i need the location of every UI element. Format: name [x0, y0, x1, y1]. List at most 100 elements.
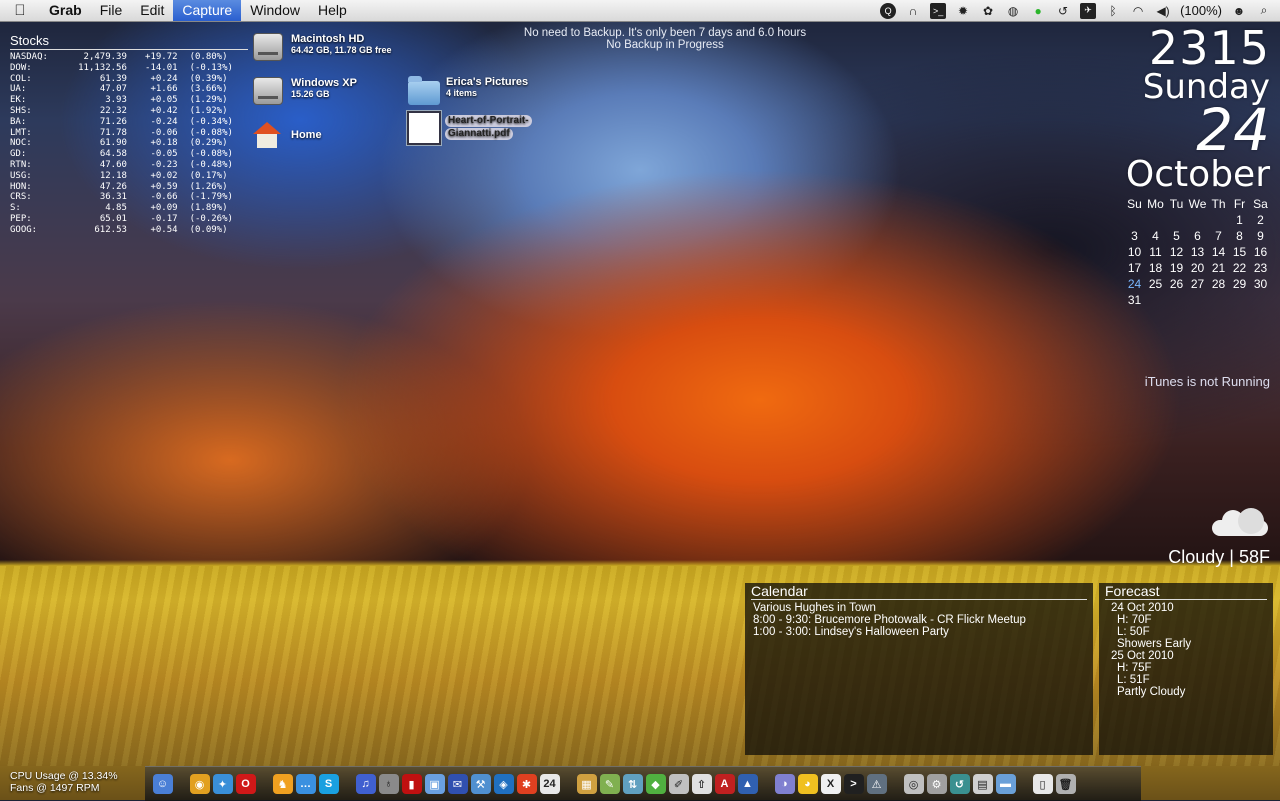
disk-utility-icon[interactable]: ◎: [903, 774, 924, 794]
stock-price: 47.07: [99, 84, 127, 95]
safari-icon[interactable]: ✦: [212, 774, 233, 794]
dashboard-icon[interactable]: ◑: [774, 774, 795, 794]
menu-file[interactable]: File: [91, 0, 132, 21]
stock-row: EK: 3.93 +0.05 (1.29%): [10, 95, 248, 106]
time-machine-icon[interactable]: ↺: [1055, 3, 1071, 19]
quicksilver-icon[interactable]: Q: [880, 2, 897, 19]
calendar-day: 2: [1257, 213, 1264, 227]
calendar-weekday-header: We: [1188, 197, 1207, 211]
ericas-pictures-folder[interactable]: Erica's Pictures 4 items: [408, 76, 528, 111]
headphones-icon[interactable]: ∩: [905, 3, 921, 19]
stock-percent: (-0.26%): [189, 213, 233, 224]
stock-percent: (-1.79%): [189, 192, 233, 203]
photo-booth-icon[interactable]: ▮: [401, 774, 422, 794]
trash-icon[interactable]: 🗑: [1055, 774, 1076, 794]
home-folder[interactable]: Home: [253, 122, 322, 152]
paw-icon[interactable]: ✿: [980, 3, 996, 19]
downloads-icon[interactable]: ▯: [1032, 774, 1053, 794]
ical-icon[interactable]: 24: [539, 774, 560, 794]
stock-price: 612.53: [94, 224, 127, 235]
screenshot-icon[interactable]: ▤: [972, 774, 993, 794]
menu-capture[interactable]: Capture: [173, 0, 242, 21]
instruments-icon[interactable]: ♁: [378, 774, 399, 794]
menu-grab[interactable]: Grab: [40, 0, 91, 21]
opera-icon[interactable]: O: [235, 774, 256, 794]
bluetooth-icon[interactable]: ᛒ: [1105, 3, 1121, 19]
stock-change: +0.24: [150, 73, 178, 84]
airplane-icon[interactable]: ✈: [1080, 2, 1097, 19]
mini-calendar: Su Mo Tu We Th Fr Sa 1 2 3 4 5 6 7 8 9 10 11 12 13 14 15 16 17 1…: [1124, 196, 1272, 308]
menu-edit[interactable]: Edit: [131, 0, 173, 21]
itunes-icon[interactable]: ♫: [355, 774, 376, 794]
coda-icon[interactable]: ◆: [645, 774, 666, 794]
folder-name: Home: [291, 129, 322, 141]
folder-item-count: 4 items: [446, 88, 478, 98]
calendar-day: 19: [1169, 261, 1184, 275]
forecast-panel: Forecast 24 Oct 2010 H: 70F L: 50F Showers …: [1099, 583, 1273, 755]
x11-icon[interactable]: X: [820, 774, 841, 794]
network-icon[interactable]: ◈: [493, 774, 514, 794]
pdf-file-icon: [407, 111, 441, 145]
utility-icon[interactable]: ⚙: [926, 774, 947, 794]
stock-row: BA: 71.26 -0.24 (-0.34%): [10, 117, 248, 128]
calendar-day: 7: [1215, 229, 1222, 243]
stock-symbol: GOOG:: [10, 224, 38, 235]
calendar-day: 24: [1127, 277, 1142, 291]
user-icon[interactable]: ☻: [1231, 3, 1247, 19]
calendar-day: 27: [1190, 277, 1205, 291]
adium-icon[interactable]: ♞: [272, 774, 293, 794]
mail-icon[interactable]: ✉: [447, 774, 468, 794]
menu-help[interactable]: Help: [309, 0, 356, 21]
pdf-file[interactable]: Heart-of-Portrait- Giannatti.pdf: [407, 111, 532, 145]
chrome-icon[interactable]: ◉: [189, 774, 210, 794]
calendar-day: 31: [1127, 293, 1142, 307]
stock-price: 61.39: [99, 73, 127, 84]
stock-change: +0.02: [150, 170, 178, 181]
ruby-icon[interactable]: ✱: [516, 774, 537, 794]
finder-icon[interactable]: ☺: [152, 774, 173, 794]
xcode-icon[interactable]: ⚒: [470, 774, 491, 794]
keynote-icon[interactable]: ▲: [737, 774, 758, 794]
stock-percent: (3.66%): [189, 84, 228, 95]
stock-change: -0.66: [150, 192, 178, 203]
calendar-weekday-header: Th: [1211, 197, 1226, 211]
volume-icon[interactable]: ◀): [1155, 3, 1171, 19]
stock-price: 71.78: [99, 127, 127, 138]
macintosh-hd-drive[interactable]: Macintosh HD 64.42 GB, 11.78 GB free: [253, 33, 392, 63]
calendar-weekday-header: Mo: [1147, 197, 1164, 211]
acrobat-icon[interactable]: A: [714, 774, 735, 794]
stock-percent: (0.80%): [189, 52, 228, 62]
stock-row: COL: 61.39 +0.24 (0.39%): [10, 74, 248, 85]
pencil-icon[interactable]: ✐: [668, 774, 689, 794]
terminal-icon[interactable]: >: [843, 774, 864, 794]
upload-icon[interactable]: ⇧: [691, 774, 712, 794]
timemachine-icon[interactable]: ↺: [949, 774, 970, 794]
battery-status[interactable]: (100%): [1180, 3, 1222, 18]
transmit-icon[interactable]: ⇅: [622, 774, 643, 794]
gear-icon[interactable]: ✹: [955, 3, 971, 19]
wifi-icon[interactable]: ◠: [1130, 3, 1146, 19]
spotlight-search-icon[interactable]: ⌕: [1256, 3, 1272, 19]
apple-menu-icon[interactable]: : [0, 2, 40, 19]
globe-icon[interactable]: ◍: [1005, 3, 1021, 19]
iphoto-icon[interactable]: ▣: [424, 774, 445, 794]
stock-price: 36.31: [99, 192, 127, 203]
console-icon[interactable]: ⚠: [866, 774, 887, 794]
clock-month: October: [1125, 154, 1270, 195]
skype-icon[interactable]: S: [318, 774, 339, 794]
calendar-day: 14: [1211, 245, 1226, 259]
windows-xp-drive[interactable]: Windows XP 15.26 GB: [253, 77, 357, 107]
documents-icon[interactable]: ▬: [995, 774, 1016, 794]
terminal-icon[interactable]: >_: [930, 2, 947, 19]
calendar-day: 4: [1152, 229, 1159, 243]
menu-window[interactable]: Window: [241, 0, 309, 21]
green-status-icon[interactable]: ●: [1030, 3, 1046, 19]
cyberduck-icon[interactable]: ◕: [797, 774, 818, 794]
ichat-icon[interactable]: …: [295, 774, 316, 794]
forecast-detail: H: 70F: [1117, 614, 1152, 626]
calendar-event: 8:00 - 9:30: Brucemore Photowalk - CR Fl…: [753, 614, 1026, 626]
preview-icon[interactable]: ▦: [576, 774, 597, 794]
calendar-day: 3: [1131, 229, 1138, 243]
sketch-icon[interactable]: ✎: [599, 774, 620, 794]
stock-symbol: DOW:: [10, 62, 32, 73]
